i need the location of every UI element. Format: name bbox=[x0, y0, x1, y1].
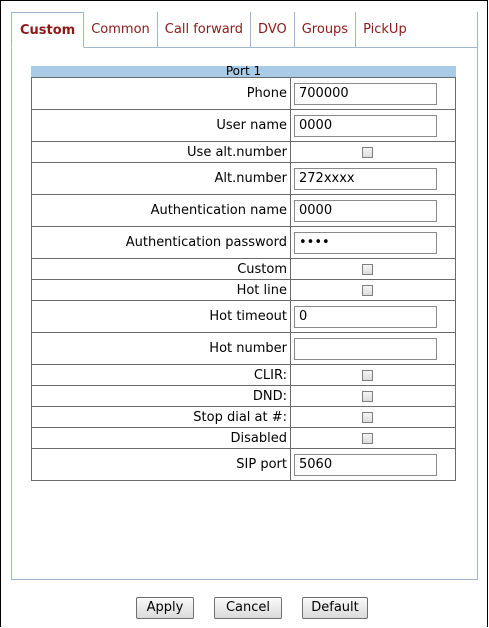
custom-label: Custom bbox=[31, 258, 291, 280]
stop-dial-checkbox[interactable] bbox=[362, 411, 373, 423]
clir-checkbox[interactable] bbox=[362, 369, 373, 381]
port-header: Port 1 bbox=[31, 66, 456, 77]
tab-groups[interactable]: Groups bbox=[295, 12, 357, 47]
row-alt-number: Alt.number 272xxxx bbox=[31, 162, 456, 195]
user-name-input[interactable]: 0000 bbox=[294, 114, 437, 137]
disabled-label: Disabled bbox=[31, 427, 291, 449]
phone-input[interactable]: 700000 bbox=[294, 82, 437, 105]
row-auth-password: Authentication password •••• bbox=[31, 226, 456, 259]
hot-line-label: Hot line bbox=[31, 279, 291, 301]
row-clir: CLIR: bbox=[31, 364, 456, 386]
tab-pickup[interactable]: PickUp bbox=[356, 12, 414, 47]
auth-password-input[interactable]: •••• bbox=[294, 231, 437, 254]
alt-number-label: Alt.number bbox=[31, 162, 291, 195]
tab-custom[interactable]: Custom bbox=[11, 12, 85, 48]
row-sip-port: SIP port 5060 bbox=[31, 448, 456, 481]
hot-number-input[interactable] bbox=[294, 337, 437, 360]
row-dnd: DND: bbox=[31, 385, 456, 407]
disabled-checkbox[interactable] bbox=[362, 432, 373, 444]
sip-port-input[interactable]: 5060 bbox=[294, 453, 437, 476]
port-settings-table: Phone 700000 User name 0000 Use alt.numb… bbox=[31, 77, 456, 481]
phone-label: Phone bbox=[31, 77, 291, 110]
tab-common[interactable]: Common bbox=[84, 12, 158, 47]
dnd-label: DND: bbox=[31, 385, 291, 407]
row-disabled: Disabled bbox=[31, 427, 456, 449]
hot-number-label: Hot number bbox=[31, 332, 291, 365]
row-auth-name: Authentication name 0000 bbox=[31, 194, 456, 227]
row-hot-number: Hot number bbox=[31, 332, 456, 365]
use-alt-number-checkbox[interactable] bbox=[362, 146, 373, 158]
row-stop-dial: Stop dial at #: bbox=[31, 406, 456, 428]
row-user-name: User name 0000 bbox=[31, 109, 456, 142]
default-button[interactable]: Default bbox=[302, 597, 368, 619]
row-hot-timeout: Hot timeout 0 bbox=[31, 300, 456, 333]
row-custom: Custom bbox=[31, 258, 456, 280]
auth-name-label: Authentication name bbox=[31, 194, 291, 227]
auth-name-input[interactable]: 0000 bbox=[294, 199, 437, 222]
cancel-button[interactable]: Cancel bbox=[214, 597, 282, 619]
tab-call-forward[interactable]: Call forward bbox=[158, 12, 252, 47]
hot-line-checkbox[interactable] bbox=[362, 284, 373, 296]
tab-dvo[interactable]: DVO bbox=[251, 12, 295, 47]
user-name-label: User name bbox=[31, 109, 291, 142]
stop-dial-label: Stop dial at #: bbox=[31, 406, 291, 428]
row-use-alt-number: Use alt.number bbox=[31, 141, 456, 163]
alt-number-input[interactable]: 272xxxx bbox=[294, 167, 437, 190]
tab-bar: Custom Common Call forward DVO Groups Pi… bbox=[11, 12, 478, 48]
row-phone: Phone 700000 bbox=[31, 77, 456, 110]
dnd-checkbox[interactable] bbox=[362, 390, 373, 402]
hot-timeout-input[interactable]: 0 bbox=[294, 305, 437, 328]
custom-checkbox[interactable] bbox=[362, 263, 373, 275]
sip-port-label: SIP port bbox=[31, 448, 291, 481]
apply-button[interactable]: Apply bbox=[136, 597, 194, 619]
clir-label: CLIR: bbox=[31, 364, 291, 386]
hot-timeout-label: Hot timeout bbox=[31, 300, 291, 333]
row-hot-line: Hot line bbox=[31, 279, 456, 301]
auth-password-label: Authentication password bbox=[31, 226, 291, 259]
use-alt-number-label: Use alt.number bbox=[31, 141, 291, 163]
